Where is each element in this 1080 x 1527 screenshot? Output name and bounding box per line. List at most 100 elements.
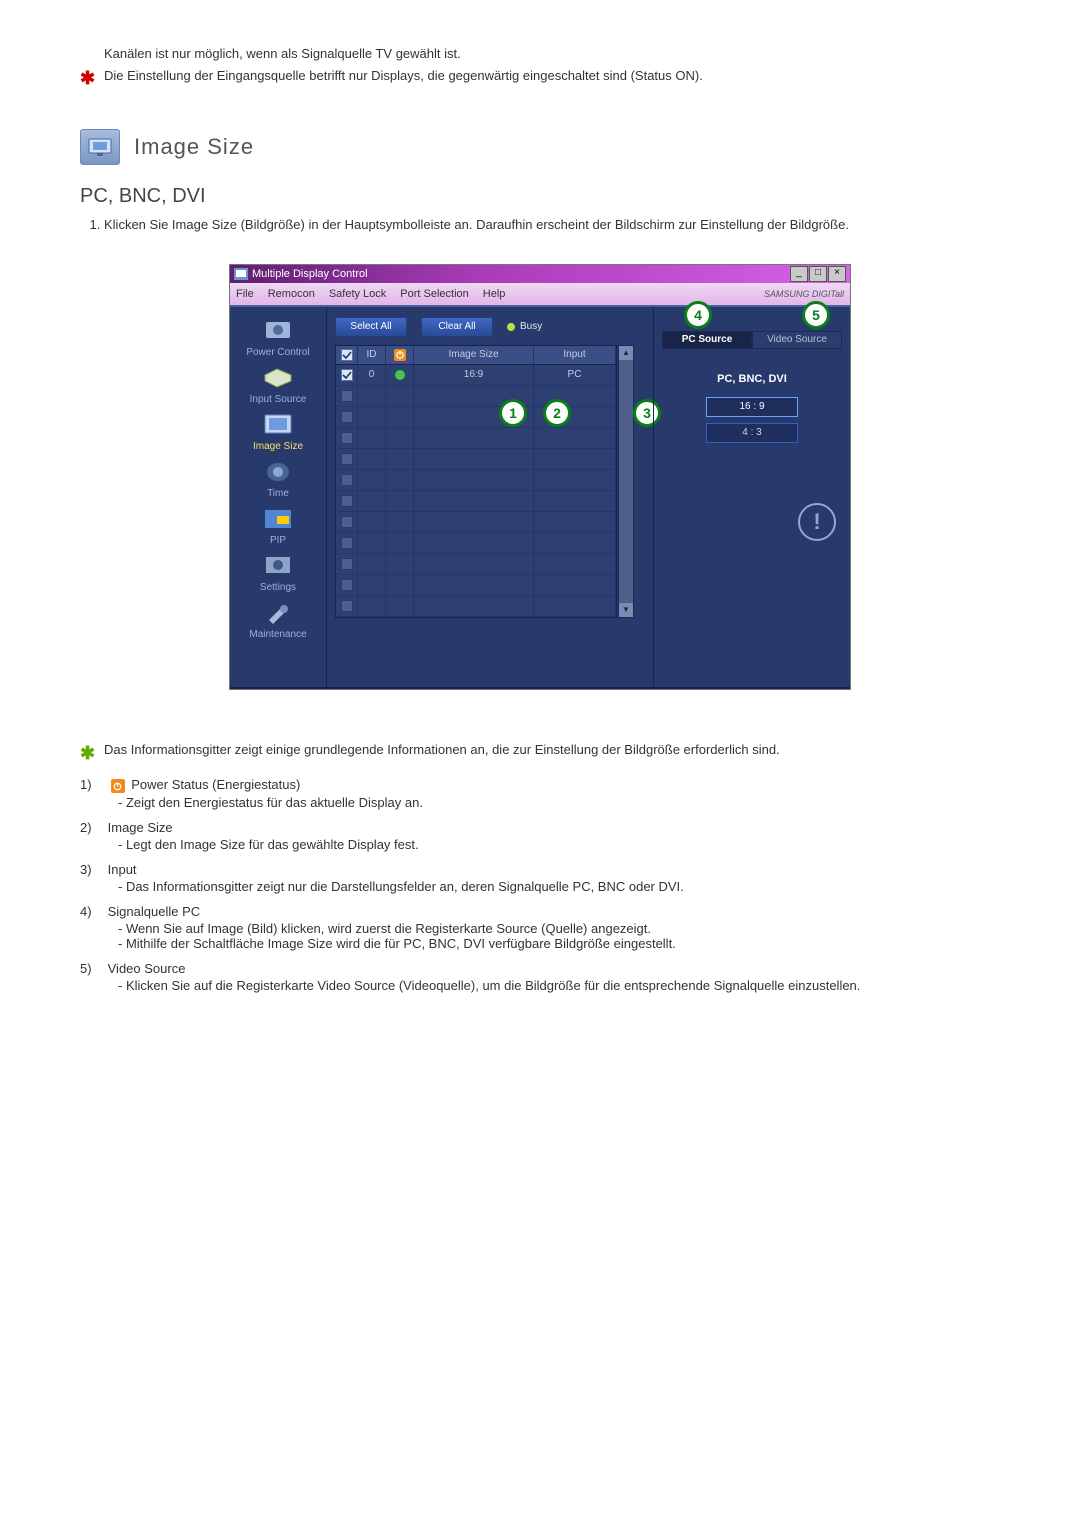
callout-marker-1: 1 xyxy=(499,399,527,427)
grid-row-empty xyxy=(336,386,616,407)
intro-line-2: Die Einstellung der Eingangsquelle betri… xyxy=(104,68,703,83)
grid-row-status-icon xyxy=(386,365,414,385)
menu-file[interactable]: File xyxy=(236,288,254,300)
desc-2-sub: - Legt den Image Size für das gewählte D… xyxy=(118,837,1000,852)
sidebar-label-maint: Maintenance xyxy=(238,629,318,640)
sidebar-label-pip: PIP xyxy=(238,535,318,546)
menu-remocon[interactable]: Remocon xyxy=(268,288,315,300)
sidebar-item-maintenance[interactable]: Maintenance xyxy=(238,599,318,640)
desc-3-title: Input xyxy=(108,862,137,877)
desc-1-sub: - Zeigt den Energiestatus für das aktuel… xyxy=(118,795,1000,810)
desc-num-3: 3) xyxy=(80,862,104,877)
intro-line-1: Kanälen ist nur möglich, wenn als Signal… xyxy=(104,44,1000,64)
grid-hdr-id: ID xyxy=(358,346,386,364)
settings-icon xyxy=(261,552,295,580)
menubar: File Remocon Safety Lock Port Selection … xyxy=(230,283,850,305)
power-control-icon xyxy=(261,317,295,345)
grid-row-imgsize: 16:9 xyxy=(414,365,534,385)
grid-row-empty xyxy=(336,449,616,470)
image-size-icon xyxy=(261,411,295,439)
desc-4-sub2: - Mithilfe der Schaltfläche Image Size w… xyxy=(118,936,1000,951)
section-title: Image Size xyxy=(134,134,254,160)
menu-safety-lock[interactable]: Safety Lock xyxy=(329,288,386,300)
sidebar-item-input-source[interactable]: Input Source xyxy=(238,364,318,405)
star-icon: ✱ xyxy=(80,740,98,767)
grid-row[interactable]: 0 16:9 PC xyxy=(336,365,616,386)
sidebar-item-pip[interactable]: PIP xyxy=(238,505,318,546)
content-area: Select All Clear All Busy ID xyxy=(327,307,653,687)
input-source-icon xyxy=(261,364,295,392)
sidebar-label-time: Time xyxy=(238,488,318,499)
sidebar-item-image-size[interactable]: Image Size xyxy=(238,411,318,452)
grid-row-empty xyxy=(336,491,616,512)
grid-scrollbar[interactable]: ▲ ▼ xyxy=(618,345,634,618)
window-maximize-button[interactable]: □ xyxy=(809,266,827,282)
grid-row-empty xyxy=(336,575,616,596)
sidebar-label-power: Power Control xyxy=(238,347,318,358)
tab-video-source[interactable]: Video Source xyxy=(752,331,842,349)
menu-port-selection[interactable]: Port Selection xyxy=(400,288,468,300)
time-icon xyxy=(261,458,295,486)
warning-icon: ! xyxy=(798,503,836,541)
sidebar-item-settings[interactable]: Settings xyxy=(238,552,318,593)
desc-2-title: Image Size xyxy=(108,820,173,835)
grid-row-input: PC xyxy=(534,365,616,385)
window-title: Multiple Display Control xyxy=(252,268,368,280)
grid-row-empty xyxy=(336,533,616,554)
desc-4-sub1: - Wenn Sie auf Image (Bild) klicken, wir… xyxy=(118,921,1000,936)
grid-row-checkbox[interactable] xyxy=(336,365,358,385)
callout-marker-5: 5 xyxy=(802,301,830,329)
desc-3-sub: - Das Informationsgitter zeigt nur die D… xyxy=(118,879,1000,894)
desc-5-title: Video Source xyxy=(108,961,186,976)
desc-5-sub: - Klicken Sie auf die Registerkarte Vide… xyxy=(118,978,1000,993)
sidebar-item-time[interactable]: Time xyxy=(238,458,318,499)
desc-num-4: 4) xyxy=(80,904,104,919)
maintenance-icon xyxy=(261,599,295,627)
pip-icon xyxy=(261,505,295,533)
grid-row-empty xyxy=(336,428,616,449)
window-minimize-button[interactable]: _ xyxy=(790,266,808,282)
mdc-window: Multiple Display Control _ □ × File Remo… xyxy=(229,264,851,690)
desc-num-2: 2) xyxy=(80,820,104,835)
window-close-button[interactable]: × xyxy=(828,266,846,282)
grid-row-empty xyxy=(336,596,616,617)
grid-hdr-power-icon xyxy=(386,346,414,364)
panel-title: PC, BNC, DVI xyxy=(662,373,842,385)
grid-hdr-checkbox[interactable] xyxy=(336,346,358,364)
desc-4-title: Signalquelle PC xyxy=(108,904,201,919)
star-icon: ✱ xyxy=(80,68,98,89)
ratio-4-3-button[interactable]: 4 : 3 xyxy=(706,423,798,443)
subsection-title: PC, BNC, DVI xyxy=(80,185,1000,208)
ratio-16-9-button[interactable]: 16 : 9 xyxy=(706,397,798,417)
brand-logo: SAMSUNG DIGITall xyxy=(764,289,844,299)
window-titlebar: Multiple Display Control _ □ × xyxy=(230,265,850,283)
desc-num-1: 1) xyxy=(80,777,104,792)
instruction-1: Klicken Sie Image Size (Bildgröße) in de… xyxy=(104,216,1000,234)
scrollbar-down-arrow-icon[interactable]: ▼ xyxy=(619,603,633,617)
grid-hdr-input: Input xyxy=(534,346,616,364)
busy-label: Busy xyxy=(520,321,542,332)
callout-marker-2: 2 xyxy=(543,399,571,427)
image-size-section-icon xyxy=(80,129,120,165)
menu-help[interactable]: Help xyxy=(483,288,506,300)
sidebar-label-settings: Settings xyxy=(238,582,318,593)
sidebar: Power Control Input Source Image Size Ti… xyxy=(230,307,327,687)
tab-pc-source[interactable]: PC Source xyxy=(662,331,752,349)
scrollbar-up-arrow-icon[interactable]: ▲ xyxy=(619,346,633,360)
clear-all-button[interactable]: Clear All xyxy=(421,317,493,337)
display-grid: ID Image Size Input 0 xyxy=(335,345,617,618)
sidebar-item-power-control[interactable]: Power Control xyxy=(238,317,318,358)
sidebar-label-image: Image Size xyxy=(238,441,318,452)
grid-hdr-imgsize: Image Size xyxy=(414,346,534,364)
select-all-button[interactable]: Select All xyxy=(335,317,407,337)
power-status-inline-icon xyxy=(111,779,125,793)
grid-row-empty xyxy=(336,554,616,575)
sidebar-label-input: Input Source xyxy=(238,394,318,405)
busy-dot-icon xyxy=(507,323,515,331)
right-panel: PC Source Video Source PC, BNC, DVI 16 :… xyxy=(653,307,850,687)
grid-row-empty xyxy=(336,407,616,428)
window-app-icon xyxy=(234,268,248,280)
desc-1-title: Power Status (Energiestatus) xyxy=(131,777,300,792)
busy-indicator: Busy xyxy=(507,321,542,332)
grid-row-empty xyxy=(336,512,616,533)
